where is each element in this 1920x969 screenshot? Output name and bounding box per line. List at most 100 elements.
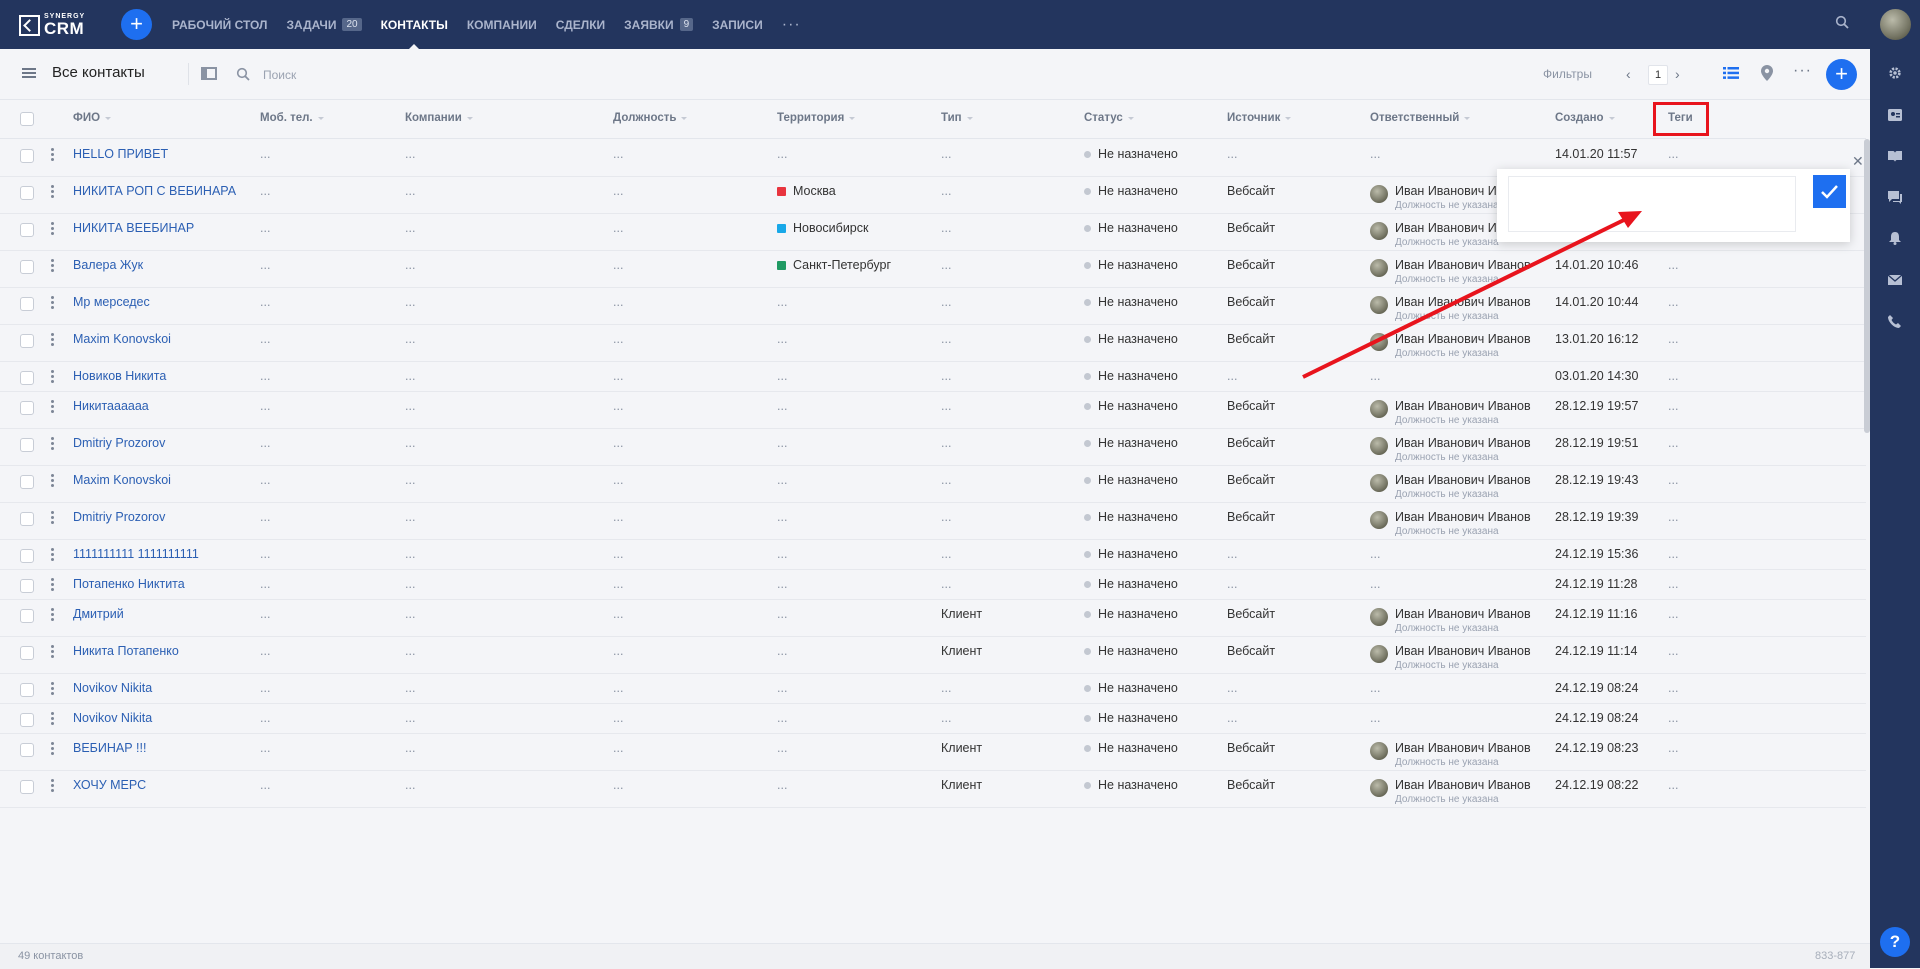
row-checkbox[interactable] [20, 297, 34, 311]
table-row[interactable]: Новиков Никита............... Не назначен… [0, 361, 1866, 392]
help-button[interactable]: ? [1880, 927, 1910, 957]
search-icon[interactable] [1835, 15, 1849, 29]
contact-name-link[interactable]: 1111111111 1111111111 [73, 547, 199, 561]
book-icon[interactable] [1887, 149, 1903, 163]
row-menu-icon[interactable] [51, 645, 54, 660]
responsible-cell[interactable]: Иван Иванович Иванов Должность не указана [1370, 510, 1540, 541]
global-add-button[interactable]: + [121, 9, 152, 40]
tags-cell[interactable]: ... [1668, 577, 1678, 591]
table-row[interactable]: Потапенко Никтита............... Не назна… [0, 569, 1866, 600]
contact-name-link[interactable]: Потапенко Никтита [73, 577, 185, 591]
vertical-scrollbar[interactable] [1864, 139, 1870, 433]
row-menu-icon[interactable] [51, 578, 54, 593]
nav-more-icon[interactable]: ··· [782, 16, 801, 34]
tags-cell[interactable]: ... [1668, 644, 1678, 658]
row-menu-icon[interactable] [51, 474, 54, 489]
contact-name-link[interactable]: Novikov Nikita [73, 681, 152, 695]
tags-cell[interactable]: ... [1668, 399, 1678, 413]
row-menu-icon[interactable] [51, 682, 54, 697]
row-checkbox[interactable] [20, 438, 34, 452]
nav-item-0[interactable]: РАБОЧИЙ СТОЛ [172, 0, 267, 49]
row-menu-icon[interactable] [51, 333, 54, 348]
table-row[interactable]: Никитаааааа............... Не назначено Ве… [0, 391, 1866, 429]
synergy-crm-logo[interactable]: SYNERGY CRM [19, 12, 85, 38]
row-checkbox[interactable] [20, 549, 34, 563]
gear-icon[interactable] [1887, 66, 1903, 80]
chevron-right-icon[interactable]: › [1675, 66, 1680, 82]
table-row[interactable]: Мр мерседес............... Не назначено Ве… [0, 287, 1866, 325]
tags-cell[interactable]: ... [1668, 711, 1678, 725]
select-all-checkbox[interactable] [20, 112, 34, 126]
row-menu-icon[interactable] [51, 400, 54, 415]
tags-cell[interactable]: ... [1668, 741, 1678, 755]
row-menu-icon[interactable] [51, 437, 54, 452]
contact-name-link[interactable]: Валера Жук [73, 258, 143, 272]
row-menu-icon[interactable] [51, 148, 54, 163]
table-row[interactable]: Дмитрий............ Клиент Не назначено Веб… [0, 599, 1866, 637]
tags-cell[interactable]: ... [1668, 332, 1678, 346]
tags-cell[interactable]: ... [1668, 510, 1678, 524]
column-header-created[interactable]: Создано [1555, 112, 1615, 124]
row-checkbox[interactable] [20, 743, 34, 757]
row-menu-icon[interactable] [51, 712, 54, 727]
responsible-cell[interactable]: Иван Иванович Иванов Должность не указана [1370, 295, 1540, 326]
table-row[interactable]: 1111111111 1111111111............... Не н… [0, 539, 1866, 570]
table-row[interactable]: Никита Потапенко............ Клиент Не наз… [0, 636, 1866, 674]
row-checkbox[interactable] [20, 334, 34, 348]
row-checkbox[interactable] [20, 223, 34, 237]
table-row[interactable]: Novikov Nikita............... Не назначен… [0, 703, 1866, 734]
table-row[interactable]: Maxim Konovskoi............... Не назначе… [0, 324, 1866, 362]
nav-item-5[interactable]: ЗАЯВКИ 9 [624, 0, 694, 49]
column-header-status[interactable]: Статус [1084, 112, 1134, 124]
more-icon[interactable]: ··· [1793, 62, 1812, 80]
contact-name-link[interactable]: Новиков Никита [73, 369, 166, 383]
contact-name-link[interactable]: Dmitriy Prozorov [73, 510, 165, 524]
row-checkbox[interactable] [20, 780, 34, 794]
row-checkbox[interactable] [20, 683, 34, 697]
row-menu-icon[interactable] [51, 511, 54, 526]
column-header-company[interactable]: Компании [405, 112, 473, 124]
page-number[interactable]: 1 [1648, 65, 1668, 85]
contact-name-link[interactable]: Никита Потапенко [73, 644, 179, 658]
column-header-name[interactable]: ФИО [73, 112, 112, 124]
responsible-cell[interactable]: Иван Иванович Иванов Должность не указана [1370, 473, 1540, 504]
status-cell[interactable]: Не назначено [1084, 399, 1178, 413]
tags-cell[interactable]: ... [1668, 681, 1678, 695]
contact-name-link[interactable]: ВЕБИНАР !!! [73, 741, 146, 755]
status-cell[interactable]: Не назначено [1084, 332, 1178, 346]
nav-item-1[interactable]: ЗАДАЧИ 20 [286, 0, 362, 49]
mail-icon[interactable] [1887, 273, 1903, 287]
chat-icon[interactable] [1887, 190, 1903, 204]
bell-icon[interactable] [1887, 231, 1903, 245]
chevron-left-icon[interactable]: ‹ [1626, 66, 1631, 82]
row-checkbox[interactable] [20, 475, 34, 489]
tags-cell[interactable]: ... [1668, 778, 1678, 792]
row-menu-icon[interactable] [51, 185, 54, 200]
status-cell[interactable]: Не назначено [1084, 221, 1178, 235]
row-checkbox[interactable] [20, 609, 34, 623]
row-checkbox[interactable] [20, 260, 34, 274]
tags-cell[interactable]: ... [1668, 258, 1678, 272]
responsible-cell[interactable]: Иван Иванович Иванов Должность не указана [1370, 258, 1540, 289]
contact-name-link[interactable]: Maxim Konovskoi [73, 473, 171, 487]
row-checkbox[interactable] [20, 186, 34, 200]
column-header-responsible[interactable]: Ответственный [1370, 112, 1471, 124]
status-cell[interactable]: Не назначено [1084, 369, 1178, 383]
status-cell[interactable]: Не назначено [1084, 607, 1178, 621]
row-menu-icon[interactable] [51, 296, 54, 311]
panel-toggle-icon[interactable] [201, 67, 217, 80]
row-checkbox[interactable] [20, 371, 34, 385]
responsible-cell[interactable]: Иван Иванович Иванов Должность не указана [1370, 332, 1540, 363]
row-menu-icon[interactable] [51, 370, 54, 385]
filters-button[interactable]: Фильтры [1543, 67, 1592, 81]
status-cell[interactable]: Не назначено [1084, 147, 1178, 161]
column-header-source[interactable]: Источник [1227, 112, 1292, 124]
status-cell[interactable]: Не назначено [1084, 258, 1178, 272]
row-menu-icon[interactable] [51, 259, 54, 274]
contact-card-icon[interactable] [1887, 108, 1903, 122]
nav-item-4[interactable]: СДЕЛКИ [556, 0, 605, 49]
tags-cell[interactable]: ... [1668, 547, 1678, 561]
contact-name-link[interactable]: Dmitriy Prozorov [73, 436, 165, 450]
responsible-cell[interactable]: Иван Иванович Иванов Должность не указана [1370, 607, 1540, 638]
contact-name-link[interactable]: Maxim Konovskoi [73, 332, 171, 346]
